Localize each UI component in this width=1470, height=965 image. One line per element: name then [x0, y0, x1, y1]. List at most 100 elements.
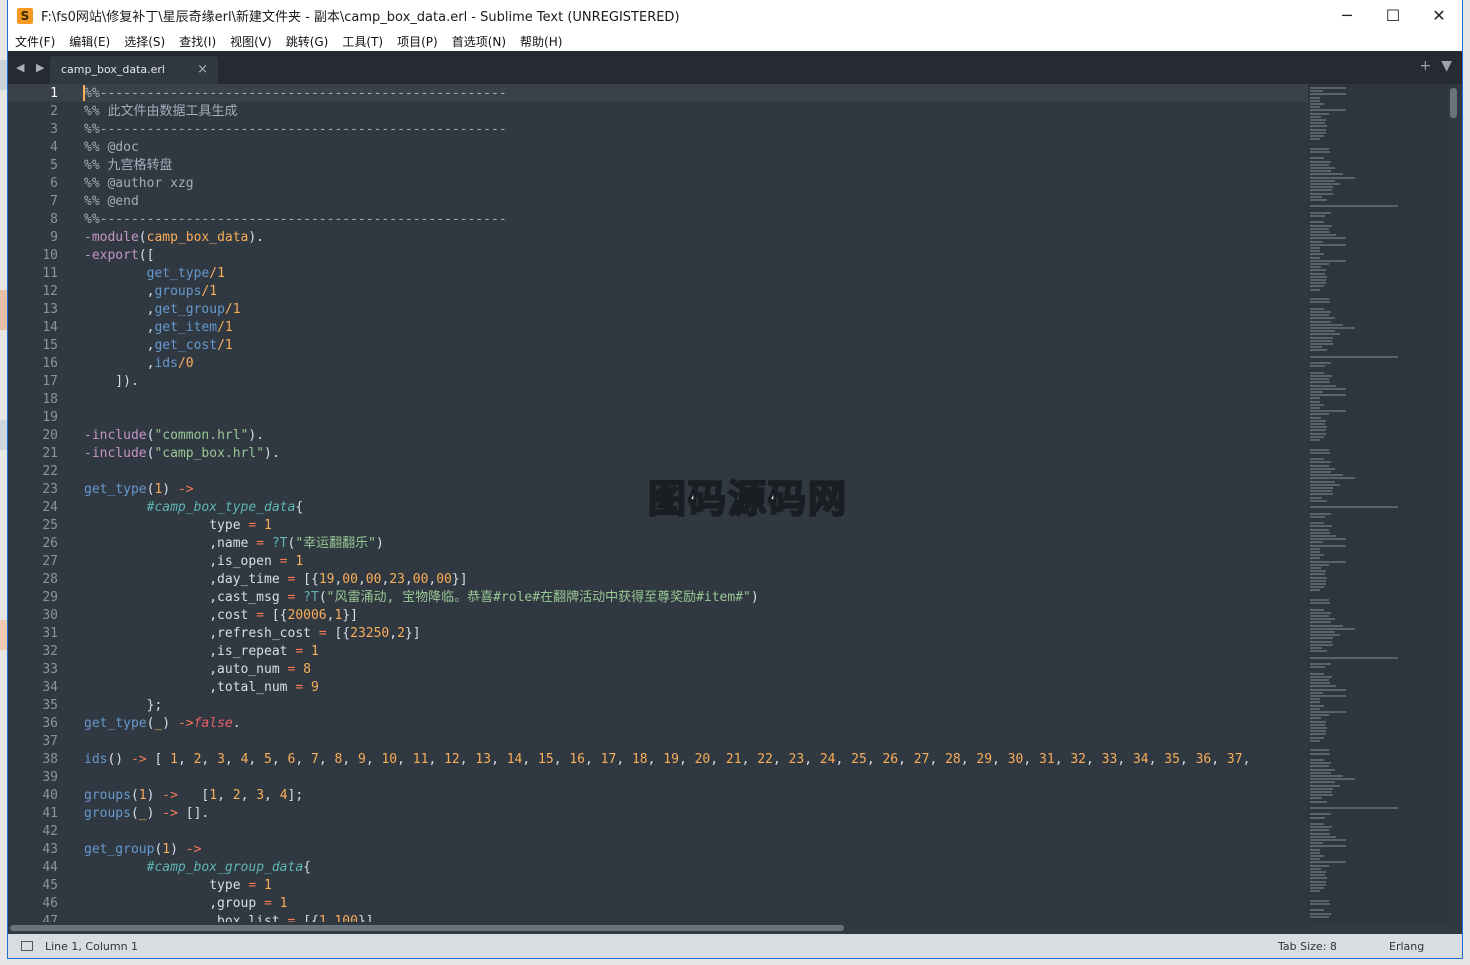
code-line[interactable]: ,ids/0 [84, 355, 1314, 373]
code-line[interactable]: ,get_group/1 [84, 301, 1314, 319]
code-line[interactable]: ,group = 1 [84, 895, 1314, 913]
tab-camp-box-data[interactable]: camp_box_data.erl × [50, 56, 218, 84]
menu-goto[interactable]: 跳转(G) [279, 33, 336, 50]
minimap-row [1310, 176, 1356, 179]
code-token: 9 [310, 680, 319, 695]
code-token: , [271, 752, 288, 767]
minimap-row [1310, 119, 1326, 121]
minimap-row [1310, 618, 1336, 621]
tab-close-icon[interactable]: × [197, 62, 208, 77]
code-line[interactable]: %% @author xzg [84, 175, 1314, 193]
menu-find[interactable]: 查找(I) [172, 33, 223, 50]
minimap-row [1310, 253, 1324, 256]
code-line[interactable]: ids() -> [ 1, 2, 3, 4, 5, 6, 7, 8, 9, 10… [84, 751, 1314, 769]
code-line[interactable]: get_group(1) -> [84, 841, 1314, 859]
code-token: 20006 [287, 608, 327, 623]
vertical-scroll-thumb[interactable] [1450, 88, 1457, 118]
code-line[interactable]: ,name = ?T("幸运翻翻乐") [84, 535, 1314, 553]
minimap-row [1310, 170, 1332, 173]
menu-selection[interactable]: 选择(S) [117, 33, 172, 50]
minimap-row [1310, 602, 1330, 605]
menu-preferences[interactable]: 首选项(N) [445, 33, 513, 50]
code-line[interactable]: #camp_box_group_data{ [84, 859, 1314, 877]
line-number: 23 [42, 482, 58, 497]
minimize-button[interactable]: ─ [1324, 0, 1370, 31]
code-line[interactable]: %% 九宫格转盘 [84, 157, 1314, 175]
code-line[interactable]: ,get_item/1 [84, 319, 1314, 337]
minimap-row [1310, 205, 1398, 208]
code-token: 100 [334, 914, 358, 922]
code-token: , [459, 752, 476, 767]
code-line[interactable]: %%--------------------------------------… [84, 211, 1314, 229]
code-token: 1 [138, 788, 147, 803]
code-line[interactable]: ,refresh_cost = [{23250,2}] [84, 625, 1314, 643]
code-token: 16 [569, 752, 585, 767]
code-line[interactable]: ,get_cost/1 [84, 337, 1314, 355]
code-line[interactable]: -include("common.hrl"). [84, 427, 1314, 445]
minimap[interactable] [1308, 84, 1448, 922]
code-line[interactable]: ,cast_msg = ?T("风雷涌动, 宝物降临。恭喜#role#在翻牌活动… [84, 589, 1314, 607]
code-line[interactable]: ,auto_num = 8 [84, 661, 1314, 679]
code-line[interactable]: %%--------------------------------------… [84, 121, 1314, 139]
code-token: , [357, 572, 366, 587]
tab-size-setting[interactable]: Tab Size: 8 [1278, 940, 1337, 953]
code-line[interactable]: ,box_list = [{1,100}] [84, 913, 1314, 922]
code-line[interactable]: ,is_open = 1 [84, 553, 1314, 571]
line-number: 25 [42, 518, 58, 533]
line-number: 42 [42, 824, 58, 839]
close-button[interactable]: ✕ [1416, 0, 1462, 31]
code-line[interactable]: ,groups/1 [84, 283, 1314, 301]
minimap-row [1310, 474, 1343, 477]
code-line[interactable]: -include("camp_box.hrl"). [84, 445, 1314, 463]
code-line[interactable] [84, 769, 1314, 787]
code-line[interactable] [84, 391, 1314, 409]
code-line[interactable]: -module(camp_box_data). [84, 229, 1314, 247]
vertical-scrollbar[interactable] [1450, 88, 1457, 914]
tab-nav-arrows-icon[interactable]: ◀ ▶ [16, 61, 48, 74]
code-line[interactable]: get_type(_) ->false. [84, 715, 1314, 733]
code-line[interactable] [84, 733, 1314, 751]
minimap-row [1310, 640, 1332, 643]
code-line[interactable]: }; [84, 697, 1314, 715]
code-line[interactable]: %% @end [84, 193, 1314, 211]
horizontal-scrollbar[interactable] [8, 922, 1462, 934]
code-line[interactable]: get_type/1 [84, 265, 1314, 283]
minimap-row [1310, 183, 1340, 185]
code-line[interactable]: groups(_) -> []. [84, 805, 1314, 823]
code-token: get_group [154, 302, 225, 317]
code-line[interactable]: ,cost = [{20006,1}] [84, 607, 1314, 625]
menu-file[interactable]: 文件(F) [8, 33, 62, 50]
new-tab-icon[interactable]: + [1419, 58, 1431, 74]
horizontal-scroll-thumb[interactable] [10, 925, 844, 931]
menu-edit[interactable]: 编辑(E) [62, 33, 117, 50]
code-line[interactable]: groups(1) -> [1, 2, 3, 4]; [84, 787, 1314, 805]
minimap-row [1310, 167, 1336, 169]
code-line[interactable]: ]). [84, 373, 1314, 391]
code-line[interactable]: ,day_time = [{19,00,00,23,00,00}] [84, 571, 1314, 589]
menu-help[interactable]: 帮助(H) [513, 33, 569, 50]
code-line[interactable]: ,total_num = 9 [84, 679, 1314, 697]
code-line[interactable]: %% 此文件由数据工具生成 [84, 103, 1314, 121]
tab-overflow-icon[interactable]: ▼ [1441, 58, 1452, 74]
menu-view[interactable]: 视图(V) [223, 33, 279, 50]
code-line[interactable]: type = 1 [84, 877, 1314, 895]
code-token: ,is_repeat [84, 644, 296, 659]
code-line[interactable] [84, 409, 1314, 427]
code-line[interactable]: -export([ [84, 247, 1314, 265]
line-number: 12 [42, 284, 58, 299]
code-token: -> [177, 716, 194, 731]
code-line[interactable]: ,is_repeat = 1 [84, 643, 1314, 661]
menu-tools[interactable]: 工具(T) [335, 33, 390, 50]
minimap-row [1310, 768, 1336, 771]
maximize-button[interactable]: ☐ [1370, 0, 1416, 31]
line-number-gutter: 1 2 3 4 5 6 7 8 9 10 11 12 13 14 15 16 17 18 19 20 21 22 23 24 2… [8, 84, 80, 922]
syntax-setting[interactable]: Erlang [1389, 940, 1424, 953]
code-token: -> [185, 842, 202, 857]
panel-toggle-icon[interactable] [21, 941, 33, 951]
code-line[interactable]: %% @doc [84, 139, 1314, 157]
code-line[interactable]: %%--------------------------------------… [84, 85, 1314, 103]
menu-project[interactable]: 项目(P) [390, 33, 445, 50]
code-token: ) [750, 590, 759, 605]
code-line[interactable] [84, 823, 1314, 841]
